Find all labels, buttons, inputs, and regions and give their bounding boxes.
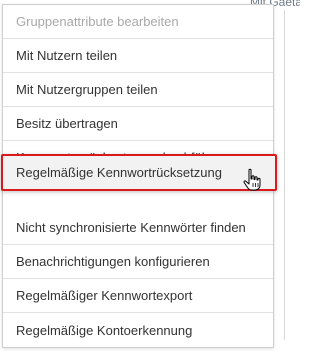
menu-item-periodic-account-discovery[interactable]: Regelmäßige Kontoerkennung [3, 313, 273, 347]
menu-item-find-unsynchronized-passwords[interactable]: Nicht synchronisierte Kennwörter finden [3, 211, 273, 245]
menu-item-share-with-users[interactable]: Mit Nutzern teilen [3, 39, 273, 73]
menu-item-configure-notifications[interactable]: Benachrichtigungen konfigurieren [3, 245, 273, 279]
hand-pointer-icon [243, 168, 261, 191]
menu-item-periodic-password-reset[interactable]: Regelmäßige Kennwortrücksetzung [1, 154, 277, 191]
menu-item-transfer-ownership[interactable]: Besitz übertragen [3, 107, 273, 141]
context-menu: Gruppenattribute bearbeiten Mit Nutzern … [1, 4, 277, 348]
page: Mit Gaeta Gruppenattribute bearbeiten Mi… [0, 0, 300, 360]
menu-item-edit-group-attributes: Gruppenattribute bearbeiten [3, 5, 273, 39]
menu-item-periodic-password-export[interactable]: Regelmäßiger Kennwortexport [3, 279, 273, 313]
menu-item-share-with-user-groups[interactable]: Mit Nutzergruppen teilen [3, 73, 273, 107]
background-panel-border [284, 10, 285, 340]
